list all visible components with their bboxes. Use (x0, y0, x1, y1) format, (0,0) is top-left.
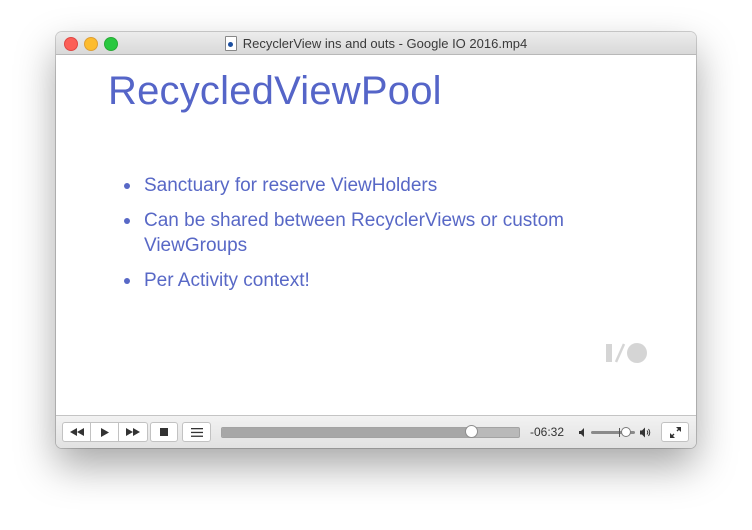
fast-forward-icon (126, 428, 140, 436)
volume-high-icon[interactable] (640, 427, 651, 438)
playlist-button[interactable] (182, 422, 211, 442)
seek-knob[interactable] (465, 425, 479, 438)
player-window: RecyclerView ins and outs - Google IO 20… (56, 32, 696, 448)
slide-bullet: Can be shared between RecyclerViews or c… (124, 208, 644, 258)
volume-slider[interactable] (591, 427, 635, 437)
player-controls: -06:32 (56, 415, 696, 448)
remaining-time: -06:32 (530, 425, 565, 439)
playlist-icon (190, 427, 203, 437)
rewind-icon (69, 428, 84, 436)
volume-knob[interactable] (621, 427, 632, 437)
seek-bar-played (222, 428, 472, 437)
slide-bullet-list: Sanctuary for reserve ViewHolders Can be… (124, 173, 644, 303)
volume-mark (619, 428, 620, 437)
title-bar[interactable]: RecyclerView ins and outs - Google IO 20… (56, 32, 696, 55)
slide-bullet: Per Activity context! (124, 268, 644, 293)
play-button[interactable] (91, 422, 119, 442)
rewind-button[interactable] (62, 422, 91, 442)
play-icon (100, 427, 109, 437)
fullscreen-icon (669, 426, 681, 438)
slide-title: RecycledViewPool (108, 69, 442, 113)
video-file-icon (224, 35, 237, 51)
stop-button[interactable] (150, 422, 178, 442)
seek-bar[interactable] (221, 425, 520, 438)
window-title: RecyclerView ins and outs - Google IO 20… (242, 35, 528, 51)
google-io-logo-icon (604, 342, 650, 364)
stop-icon (160, 428, 168, 436)
slide-bullet: Sanctuary for reserve ViewHolders (124, 173, 644, 198)
window-title-area: RecyclerView ins and outs - Google IO 20… (56, 32, 696, 54)
fullscreen-button[interactable] (661, 422, 689, 442)
fast-forward-button[interactable] (119, 422, 148, 442)
volume-low-icon[interactable] (579, 428, 586, 437)
video-frame[interactable]: RecycledViewPool Sanctuary for reserve V… (56, 55, 696, 415)
